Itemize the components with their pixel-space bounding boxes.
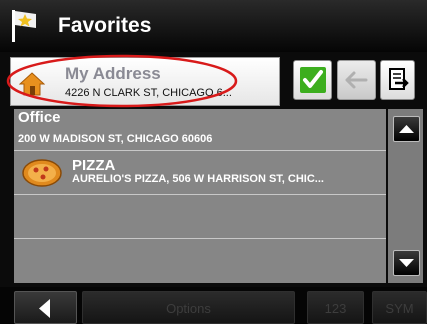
scroll-up-arrow-icon xyxy=(399,125,414,133)
bottom-bar: Options 123 SYM xyxy=(0,287,427,324)
scrollbar xyxy=(388,109,423,283)
favorite-name: PIZZA xyxy=(72,157,116,174)
favorites-screen: Favorites My Address 4226 N CLARK ST, CH… xyxy=(0,0,427,324)
address-bar: My Address 4226 N CLARK ST, CHICAGO 6... xyxy=(10,57,415,106)
keyboard-button[interactable] xyxy=(380,60,415,100)
my-address-field[interactable]: My Address 4226 N CLARK ST, CHICAGO 6... xyxy=(10,57,280,106)
symbol-keyboard-button[interactable]: SYM xyxy=(372,291,427,324)
favorite-address: 200 W MADISON ST, CHICAGO 60606 xyxy=(18,133,213,145)
back-arrow-icon xyxy=(39,299,50,318)
list-item[interactable]: Office 200 W MADISON ST, CHICAGO 60606 xyxy=(14,109,386,151)
my-address-line: 4226 N CLARK ST, CHICAGO 6... xyxy=(65,87,232,99)
numeric-keyboard-button[interactable]: 123 xyxy=(307,291,364,324)
my-address-name: My Address xyxy=(65,64,161,83)
options-button[interactable]: Options xyxy=(82,291,295,324)
title-bar: Favorites xyxy=(0,0,427,52)
keyboard-icon xyxy=(389,68,409,90)
list-item[interactable]: PIZZA AURELIO'S PIZZA, 506 W HARRISON ST… xyxy=(14,151,386,195)
favorite-name: Office xyxy=(18,109,61,126)
backspace-button[interactable] xyxy=(337,60,376,100)
empty-list-row xyxy=(14,195,386,239)
options-label: Options xyxy=(166,301,211,316)
empty-list-row xyxy=(14,239,386,283)
symbol-label: SYM xyxy=(385,301,414,316)
confirm-button[interactable] xyxy=(293,60,332,100)
scroll-down-button[interactable] xyxy=(393,250,420,276)
backspace-arrow-icon xyxy=(345,71,368,89)
page-title: Favorites xyxy=(58,14,152,37)
pizza-icon xyxy=(22,159,62,187)
back-button[interactable] xyxy=(14,291,77,324)
scroll-up-button[interactable] xyxy=(393,116,420,142)
house-icon xyxy=(19,72,45,96)
check-icon xyxy=(300,67,326,93)
favorite-address: AURELIO'S PIZZA, 506 W HARRISON ST, CHIC… xyxy=(72,173,324,185)
numeric-label: 123 xyxy=(324,301,347,316)
scroll-down-arrow-icon xyxy=(399,259,414,267)
favorites-flag-icon xyxy=(12,10,36,42)
favorites-list: Office 200 W MADISON ST, CHICAGO 60606 P… xyxy=(14,109,386,283)
